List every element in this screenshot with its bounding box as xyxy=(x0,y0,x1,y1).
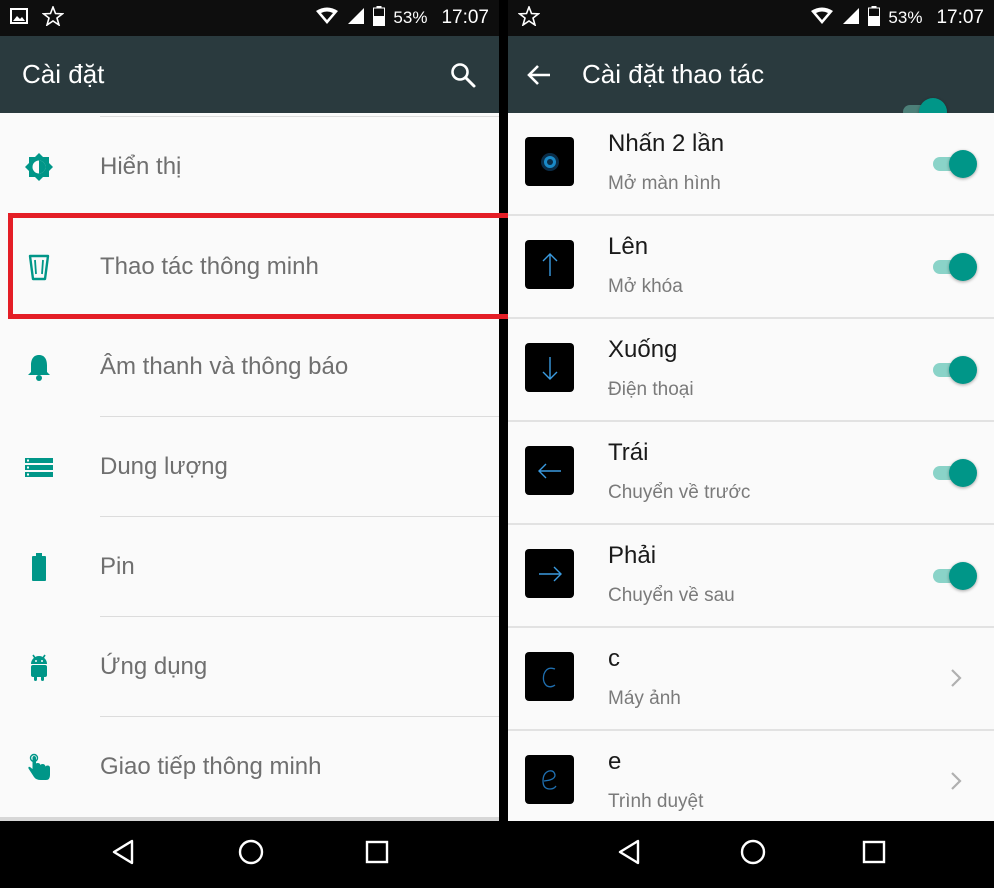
chevron-right-icon[interactable] xyxy=(948,767,964,795)
settings-screen: 53% 17:07 Cài đặt Hiển thị Thao tác thôn… xyxy=(0,0,499,888)
chevron-right-icon[interactable] xyxy=(948,664,964,692)
recents-nav-icon[interactable] xyxy=(862,840,886,869)
settings-item-smart-communication[interactable]: Giao tiếp thông minh xyxy=(0,717,499,817)
settings-item-label: Hiển thị xyxy=(100,153,182,180)
android-icon xyxy=(24,652,54,682)
gesture-name: Phải xyxy=(608,542,657,569)
signal-icon xyxy=(347,7,365,30)
star-notification-icon xyxy=(41,4,65,31)
settings-item-label: Giao tiếp thông minh xyxy=(100,753,322,780)
settings-item-label: Ứng dụng xyxy=(100,653,208,680)
gesture-action: Chuyển về sau xyxy=(608,585,735,606)
clock: 17:07 xyxy=(936,7,984,28)
settings-item-smart-gesture[interactable]: Thao tác thông minh xyxy=(0,217,499,317)
clock: 17:07 xyxy=(441,7,489,28)
gesture-name: Lên xyxy=(608,233,649,260)
gesture-name: c xyxy=(608,645,620,672)
battery-icon xyxy=(24,552,54,582)
status-bar: 53% 17:07 xyxy=(0,0,499,36)
letter-e-icon xyxy=(525,755,574,804)
wifi-icon xyxy=(810,7,834,30)
recents-nav-icon[interactable] xyxy=(365,840,389,869)
double-tap-icon xyxy=(525,137,574,186)
battery-status-icon xyxy=(373,5,386,31)
battery-status-icon xyxy=(868,5,881,31)
arrow-left-icon xyxy=(525,446,574,495)
wifi-icon xyxy=(315,7,339,30)
gesture-toggle[interactable] xyxy=(929,150,977,178)
storage-icon xyxy=(24,452,54,482)
settings-item-battery[interactable]: Pin xyxy=(0,517,499,617)
gesture-item[interactable]: Phải Chuyển về sau xyxy=(508,525,994,628)
arrow-down-icon xyxy=(525,343,574,392)
gesture-toggle[interactable] xyxy=(929,459,977,487)
home-nav-icon[interactable] xyxy=(237,838,265,871)
gesture-name: Trái xyxy=(608,439,649,466)
back-nav-icon[interactable] xyxy=(110,838,138,871)
settings-item-apps[interactable]: Ứng dụng xyxy=(0,617,499,717)
settings-item-label: Pin xyxy=(100,553,135,580)
gesture-action: Trình duyệt xyxy=(608,791,704,812)
gesture-toggle[interactable] xyxy=(929,562,977,590)
settings-item-sound[interactable]: Âm thanh và thông báo xyxy=(0,317,499,417)
star-notification-icon xyxy=(517,4,541,31)
battery-percent: 53% xyxy=(888,8,923,27)
gesture-action: Máy ảnh xyxy=(608,688,681,709)
back-arrow-icon[interactable] xyxy=(526,63,552,87)
arrow-right-icon xyxy=(525,549,574,598)
hand-touch-icon xyxy=(24,752,54,782)
gesture-toggle[interactable] xyxy=(929,253,977,281)
bell-icon xyxy=(24,352,54,382)
gesture-action: Chuyển về trước xyxy=(608,482,751,503)
gesture-settings-screen: 53% 17:07 Cài đặt thao tác Nhấn 2 lần Mở… xyxy=(508,0,994,888)
app-bar: Cài đặt xyxy=(0,36,499,113)
smart-gesture-icon xyxy=(24,252,54,282)
gesture-name: e xyxy=(608,748,622,775)
home-nav-icon[interactable] xyxy=(739,838,767,871)
arrow-up-icon xyxy=(525,240,574,289)
battery-percent: 53% xyxy=(393,8,428,27)
gesture-action: Mở màn hình xyxy=(608,173,721,194)
gesture-item[interactable]: Trái Chuyển về trước xyxy=(508,422,994,525)
gesture-name: Xuống xyxy=(608,336,678,363)
gesture-list: Nhấn 2 lần Mở màn hình Lên Mở khóa Xuống… xyxy=(508,113,994,821)
gesture-item[interactable]: Xuống Điện thoại xyxy=(508,319,994,422)
gesture-toggle[interactable] xyxy=(929,356,977,384)
letter-c-icon xyxy=(525,652,574,701)
page-title: Cài đặt xyxy=(22,59,105,89)
settings-list: Hiển thị Thao tác thông minh Âm thanh và… xyxy=(0,113,499,821)
back-nav-icon[interactable] xyxy=(616,838,644,871)
app-bar: Cài đặt thao tác xyxy=(508,36,994,126)
signal-icon xyxy=(842,7,860,30)
navigation-bar xyxy=(0,821,499,888)
page-title: Cài đặt thao tác xyxy=(582,59,765,89)
gesture-item[interactable]: Lên Mở khóa xyxy=(508,216,994,319)
brightness-icon xyxy=(24,152,54,182)
gallery-notification-icon xyxy=(10,7,28,29)
settings-item-display[interactable]: Hiển thị xyxy=(0,117,499,217)
settings-item-label: Dung lượng xyxy=(100,453,228,480)
settings-item-label: Âm thanh và thông báo xyxy=(100,353,349,380)
gesture-item[interactable]: e Trình duyệt xyxy=(508,731,994,834)
gesture-name: Nhấn 2 lần xyxy=(608,130,725,157)
gesture-action: Mở khóa xyxy=(608,276,683,297)
navigation-bar xyxy=(508,821,994,888)
status-bar: 53% 17:07 xyxy=(508,0,994,36)
settings-item-storage[interactable]: Dung lượng xyxy=(0,417,499,517)
gesture-item[interactable]: c Máy ảnh xyxy=(508,628,994,731)
gesture-action: Điện thoại xyxy=(608,379,694,400)
search-icon[interactable] xyxy=(449,61,477,89)
settings-item-label: Thao tác thông minh xyxy=(100,253,319,280)
gesture-item[interactable]: Nhấn 2 lần Mở màn hình xyxy=(508,113,994,216)
